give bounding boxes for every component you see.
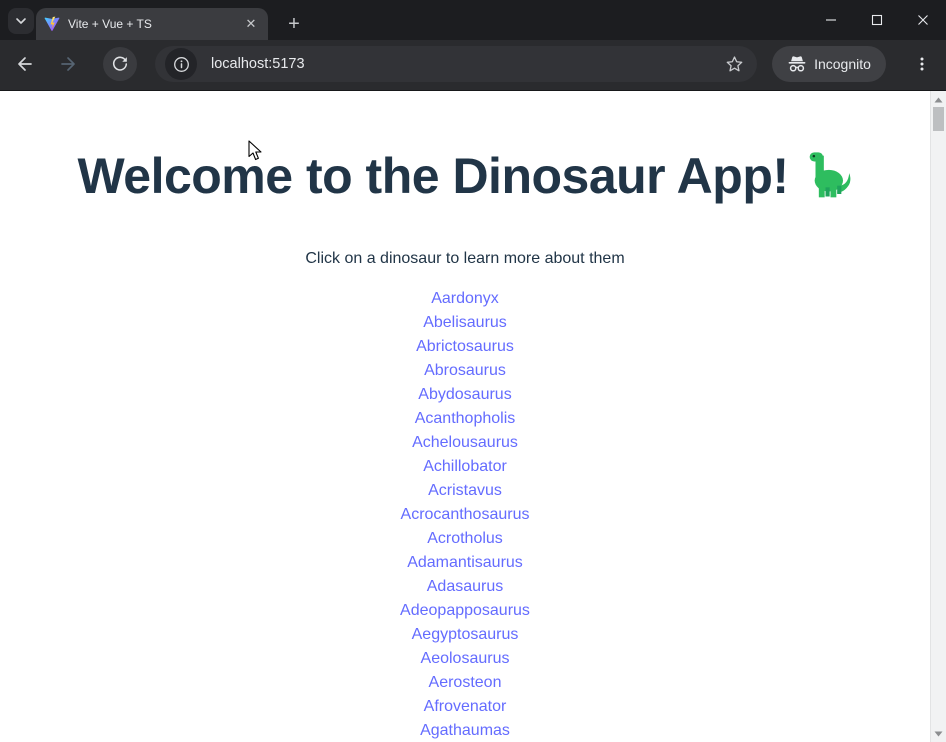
dinosaur-link[interactable]: Achelousaurus — [0, 431, 930, 455]
three-dot-menu-icon — [914, 56, 930, 72]
close-icon — [917, 14, 929, 26]
tab-search-button[interactable] — [8, 8, 34, 34]
minimize-button[interactable] — [808, 0, 854, 40]
dinosaur-link[interactable]: Abrictosaurus — [0, 335, 930, 359]
scrollbar-up-button[interactable] — [931, 93, 946, 106]
dinosaur-link[interactable]: Abydosaurus — [0, 383, 930, 407]
incognito-badge[interactable]: Incognito — [772, 46, 886, 82]
page-title: Welcome to the Dinosaur App! — [0, 147, 930, 206]
incognito-icon — [787, 54, 807, 74]
star-icon — [725, 55, 744, 74]
dinosaur-link[interactable]: Adeopapposaurus — [0, 599, 930, 623]
dinosaur-link[interactable]: Abelisaurus — [0, 311, 930, 335]
scrollbar-thumb[interactable] — [933, 107, 944, 131]
address-bar[interactable]: localhost:5173 — [155, 46, 757, 82]
dinosaur-link[interactable]: Adamantisaurus — [0, 551, 930, 575]
tab-title: Vite + Vue + TS — [68, 17, 242, 31]
mouse-cursor — [248, 140, 264, 162]
site-info-button[interactable] — [165, 48, 197, 80]
info-icon — [173, 56, 190, 73]
dinosaur-link[interactable]: Acristavus — [0, 479, 930, 503]
browser-tab[interactable]: Vite + Vue + TS ✕ — [36, 8, 268, 40]
menu-button[interactable] — [905, 47, 939, 81]
scroll-up-arrow-icon — [934, 97, 943, 103]
dinosaur-link[interactable]: Afrovenator — [0, 695, 930, 719]
dinosaur-link[interactable]: Aegyptosaurus — [0, 623, 930, 647]
dinosaur-link[interactable]: Abrosaurus — [0, 359, 930, 383]
reload-button[interactable] — [103, 47, 137, 81]
dinosaur-link[interactable]: Acrocanthosaurus — [0, 503, 930, 527]
dinosaur-link[interactable]: Acanthopholis — [0, 407, 930, 431]
page-title-text: Welcome to the Dinosaur App! — [77, 148, 788, 204]
sauropod-dinosaur-icon — [803, 149, 853, 199]
vertical-scrollbar[interactable] — [930, 91, 946, 742]
bookmark-button[interactable] — [717, 47, 751, 81]
vite-favicon-icon — [44, 16, 60, 32]
scrollbar-down-button[interactable] — [931, 727, 946, 740]
reload-icon — [111, 55, 129, 73]
incognito-label: Incognito — [814, 56, 871, 72]
dinosaur-link[interactable]: Aardonyx — [0, 287, 930, 311]
forward-button[interactable] — [52, 47, 86, 81]
dinosaur-link[interactable]: Achillobator — [0, 455, 930, 479]
scroll-down-arrow-icon — [934, 731, 943, 737]
back-arrow-icon — [14, 54, 34, 74]
dinosaur-link[interactable]: Agathaumas — [0, 719, 930, 742]
dinosaur-link[interactable]: Aerosteon — [0, 671, 930, 695]
tab-strip: Vite + Vue + TS ✕ + — [0, 0, 946, 40]
back-button[interactable] — [7, 47, 41, 81]
page-content: Welcome to the Dinosaur App! Click on a … — [0, 91, 930, 742]
close-window-button[interactable] — [900, 0, 946, 40]
chevron-down-icon — [15, 15, 27, 27]
page-subtitle: Click on a dinosaur to learn more about … — [0, 247, 930, 271]
window-controls — [808, 0, 946, 40]
maximize-button[interactable] — [854, 0, 900, 40]
maximize-icon — [871, 14, 883, 26]
url-text[interactable]: localhost:5173 — [211, 56, 717, 72]
dinosaur-list: AardonyxAbelisaurusAbrictosaurusAbrosaur… — [0, 287, 930, 742]
dinosaur-link[interactable]: Aeolosaurus — [0, 647, 930, 671]
dinosaur-link[interactable]: Adasaurus — [0, 575, 930, 599]
browser-window: Vite + Vue + TS ✕ + — [0, 0, 946, 742]
new-tab-button[interactable]: + — [280, 10, 308, 38]
forward-arrow-icon — [59, 54, 79, 74]
dinosaur-link[interactable]: Acrotholus — [0, 527, 930, 551]
minimize-icon — [825, 14, 837, 26]
tab-close-button[interactable]: ✕ — [242, 15, 260, 33]
